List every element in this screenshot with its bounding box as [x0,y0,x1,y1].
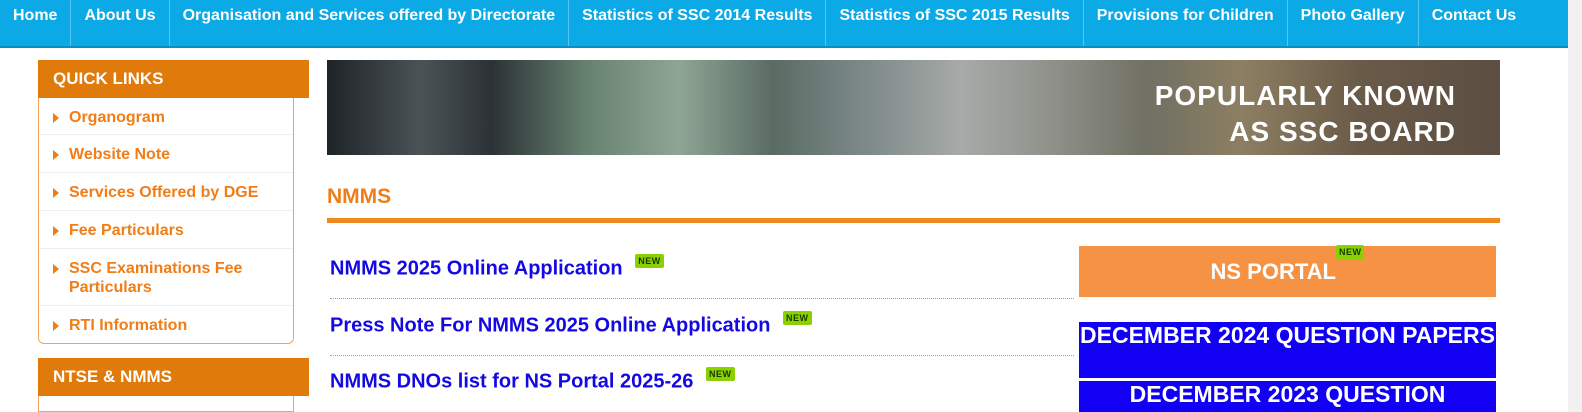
nav-about-us[interactable]: About Us [71,0,170,46]
news-link-nmms-online-application[interactable]: NMMS 2025 Online Application NEW [330,254,1074,299]
nav-photo-gallery[interactable]: Photo Gallery [1288,0,1419,46]
news-link-dnos-list[interactable]: NMMS DNOs list for NS Portal 2025-26 NEW [330,367,1074,412]
quick-link-ssc-exam-fee[interactable]: SSC Examinations Fee Particulars [39,249,293,306]
ntse-nmms-list [38,396,294,412]
quick-links-heading: QUICK LINKS [38,60,309,98]
arrow-right-icon [53,321,59,331]
new-badge: NEW [783,311,812,325]
arrow-right-icon [53,264,59,274]
quick-link-label: Fee Particulars [69,222,184,239]
december-2023-question-papers-button[interactable]: DECEMBER 2023 QUESTION [1079,381,1496,412]
december-2024-question-papers-button[interactable]: DECEMBER 2024 QUESTION PAPERS [1079,322,1496,378]
header-banner: POPULARLY KNOWN AS SSC BOARD [327,60,1500,155]
banner-line-2: AS SSC BOARD [1229,116,1456,147]
new-badge: NEW [706,367,735,381]
quick-link-website-note[interactable]: Website Note [39,135,293,173]
page-scrollbar[interactable] [1568,0,1582,412]
title-divider [327,218,1500,223]
arrow-right-icon [53,150,59,160]
arrow-right-icon [53,226,59,236]
banner-line-1: POPULARLY KNOWN [1154,80,1456,111]
quick-link-label: Services Offered by DGE [69,184,259,201]
quick-link-rti-information[interactable]: RTI Information [39,306,293,344]
news-link-label: NMMS DNOs list for NS Portal 2025-26 [330,370,694,393]
nav-home[interactable]: Home [0,0,72,46]
banner-caption: POPULARLY KNOWN AS SSC BOARD [1155,78,1456,150]
quick-links-list: Organogram Website Note Services Offered… [38,98,294,344]
news-link-press-note[interactable]: Press Note For NMMS 2025 Online Applicat… [330,311,1074,356]
nav-contact-us[interactable]: Contact Us [1419,0,1529,46]
top-navigation: Home About Us Organisation and Services … [0,0,1568,48]
nav-stats-ssc-2014[interactable]: Statistics of SSC 2014 Results [569,0,827,46]
nav-stats-ssc-2015[interactable]: Statistics of SSC 2015 Results [826,0,1084,46]
nav-organisation-services[interactable]: Organisation and Services offered by Dir… [170,0,570,46]
ns-portal-label: NS PORTAL [1210,259,1336,284]
new-badge: NEW [1335,245,1365,259]
arrow-right-icon [53,113,59,123]
ns-portal-button[interactable]: NS PORTALNEW [1079,245,1496,297]
quick-link-label: Organogram [69,109,166,126]
quick-link-fee-particulars[interactable]: Fee Particulars [39,211,293,249]
new-badge: NEW [635,254,664,268]
quick-link-label: RTI Information [69,317,188,334]
quick-link-services-dge[interactable]: Services Offered by DGE [39,173,293,211]
ntse-nmms-heading: NTSE & NMMS [38,358,309,396]
quick-link-label: SSC Examinations Fee Particulars [69,260,243,296]
news-link-label: Press Note For NMMS 2025 Online Applicat… [330,314,771,337]
quick-link-organogram[interactable]: Organogram [39,98,293,135]
news-link-label: NMMS 2025 Online Application [330,257,623,280]
page-title: NMMS [327,185,392,208]
nav-provisions-children[interactable]: Provisions for Children [1084,0,1288,46]
arrow-right-icon [53,188,59,198]
quick-link-label: Website Note [69,146,171,163]
